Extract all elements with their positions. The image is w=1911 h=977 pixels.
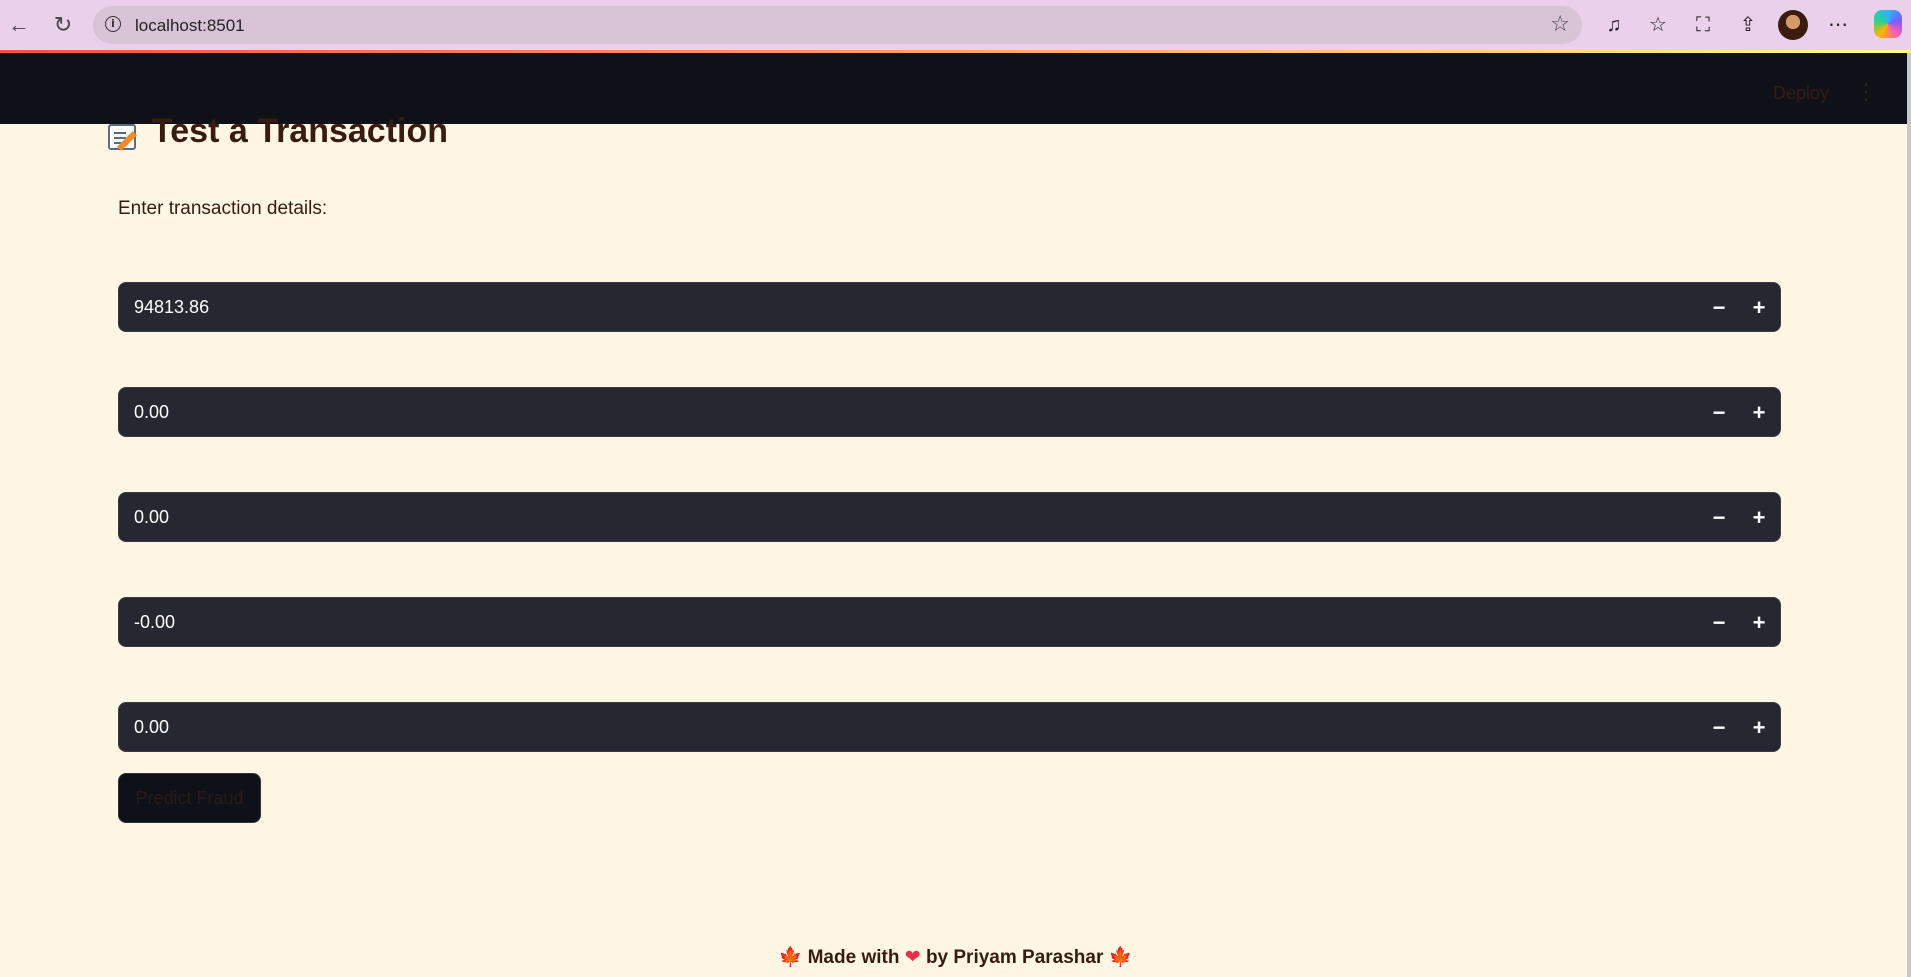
increment-button[interactable]: +: [1744, 293, 1774, 323]
main-menu-icon[interactable]: ⋮: [1855, 79, 1877, 105]
input-value[interactable]: -0.00: [134, 612, 175, 633]
profile-avatar[interactable]: [1778, 10, 1808, 40]
maple-leaf-icon: 🍁: [778, 947, 803, 968]
decrement-button[interactable]: −: [1704, 713, 1734, 743]
read-aloud-icon[interactable]: ♫: [1599, 10, 1629, 40]
share-icon[interactable]: ⇪: [1733, 10, 1763, 40]
decrement-button[interactable]: −: [1704, 608, 1734, 638]
browser-toolbar: ← ↻ i localhost:8501 ☆ ♫ ☆ ⛶ ⇪ ⋯: [0, 0, 1911, 50]
maple-leaf-icon: 🍁: [1108, 947, 1133, 968]
page-title: Test a Transaction: [152, 112, 449, 150]
input-value[interactable]: 0.00: [134, 507, 169, 528]
favorite-star-icon[interactable]: ☆: [1550, 11, 1570, 37]
increment-button[interactable]: +: [1744, 503, 1774, 533]
decrement-button[interactable]: −: [1704, 398, 1734, 428]
info-icon[interactable]: i: [105, 16, 121, 32]
favorites-icon[interactable]: ☆: [1643, 10, 1673, 40]
input-value[interactable]: 94813.86: [134, 297, 209, 318]
field-label-v3: V3: [118, 569, 136, 585]
increment-button[interactable]: +: [1744, 608, 1774, 638]
screenshot-icon[interactable]: ⛶: [1688, 10, 1718, 40]
number-input-v4[interactable]: 0.00 − +: [118, 702, 1781, 752]
increment-button[interactable]: +: [1744, 398, 1774, 428]
number-input-v3[interactable]: -0.00 − +: [118, 597, 1781, 647]
decrement-button[interactable]: −: [1704, 503, 1734, 533]
instructions-text: Enter transaction details:: [118, 198, 328, 219]
field-label-v1: V1: [118, 359, 136, 375]
increment-button[interactable]: +: [1744, 713, 1774, 743]
heart-icon: ❤: [904, 947, 921, 968]
number-input-v1[interactable]: 0.00 − +: [118, 387, 1781, 437]
url-text[interactable]: localhost:8501: [135, 16, 245, 36]
back-arrow-icon[interactable]: ←: [2, 8, 36, 42]
copilot-icon[interactable]: [1874, 10, 1902, 38]
footer: 🍁 Made with ❤ by Priyam Parashar 🍁: [0, 945, 1911, 969]
number-input-time[interactable]: 94813.86 − +: [118, 282, 1781, 332]
input-value[interactable]: 0.00: [134, 717, 169, 738]
footer-text-made-with: Made with: [807, 947, 900, 968]
input-value[interactable]: 0.00: [134, 402, 169, 423]
address-bar[interactable]: i localhost:8501 ☆: [93, 6, 1582, 44]
memo-icon: [108, 124, 136, 150]
predict-fraud-button[interactable]: Predict Fraud: [118, 773, 261, 823]
scrollbar[interactable]: [1907, 53, 1911, 977]
number-input-v2[interactable]: 0.00 − +: [118, 492, 1781, 542]
deploy-button[interactable]: Deploy: [1773, 83, 1829, 104]
more-options-icon[interactable]: ⋯: [1823, 10, 1853, 40]
field-label-time: Time: [118, 254, 149, 270]
field-label-v4: V4: [118, 674, 136, 690]
field-label-v2: V2: [118, 464, 136, 480]
footer-text-author: by Priyam Parashar: [925, 947, 1104, 968]
decrement-button[interactable]: −: [1704, 293, 1734, 323]
refresh-icon[interactable]: ↻: [46, 8, 80, 42]
